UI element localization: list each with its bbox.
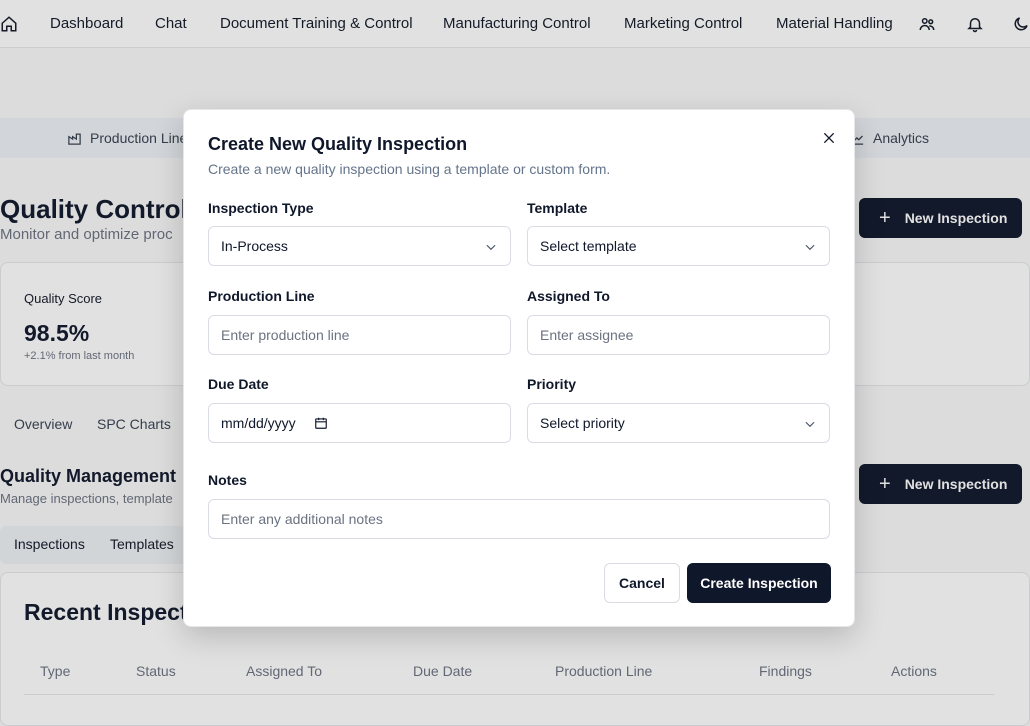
calendar-icon[interactable] <box>314 416 328 430</box>
dialog-title: Create New Quality Inspection <box>208 134 468 154</box>
template-label: Template <box>527 200 588 216</box>
due-date-label: Due Date <box>208 376 269 392</box>
priority-label: Priority <box>527 376 577 392</box>
notes-placeholder: Enter any additional notes <box>221 511 383 527</box>
assigned-to-input[interactable]: Enter assignee <box>527 315 830 355</box>
inspection-type-select[interactable]: In-Process <box>208 226 511 266</box>
dialog-description: Create a new quality inspection using a … <box>208 161 611 177</box>
notes-textarea[interactable]: Enter any additional notes <box>208 499 830 539</box>
chevron-down-icon <box>486 244 496 251</box>
cancel-button[interactable]: Cancel <box>604 563 680 603</box>
template-placeholder: Select template <box>540 238 637 254</box>
close-icon[interactable] <box>821 130 837 146</box>
assigned-to-label: Assigned To <box>527 288 610 304</box>
inspection-type-label: Inspection Type <box>208 200 314 216</box>
create-inspection-dialog: Create New Quality Inspection Create a n… <box>183 109 855 627</box>
due-date-placeholder: mm/dd/yyyy <box>221 415 296 431</box>
due-date-input[interactable]: mm/dd/yyyy <box>208 403 511 443</box>
chevron-down-icon <box>805 421 815 428</box>
inspection-type-value: In-Process <box>221 238 288 254</box>
assigned-to-placeholder: Enter assignee <box>540 327 634 343</box>
priority-placeholder: Select priority <box>540 415 625 431</box>
production-line-label: Production Line <box>208 288 315 304</box>
notes-label: Notes <box>208 472 247 488</box>
priority-select[interactable]: Select priority <box>527 403 830 443</box>
chevron-down-icon <box>805 244 815 251</box>
production-line-input[interactable]: Enter production line <box>208 315 511 355</box>
production-line-placeholder: Enter production line <box>221 327 350 343</box>
template-select[interactable]: Select template <box>527 226 830 266</box>
create-inspection-button[interactable]: Create Inspection <box>687 563 831 603</box>
